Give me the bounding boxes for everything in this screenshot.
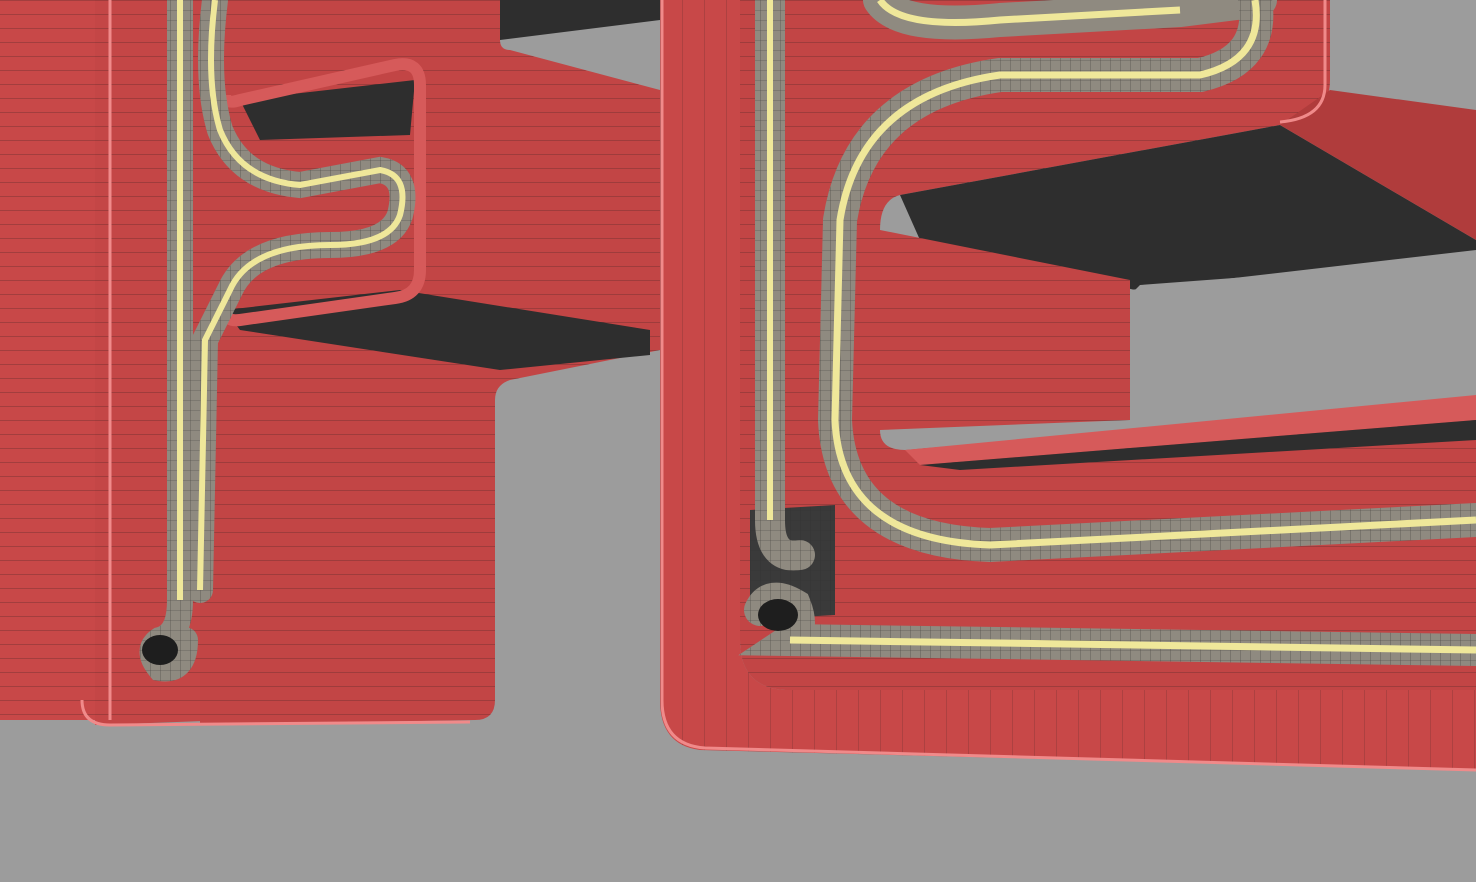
tube-left-end-cap	[142, 635, 178, 665]
render-viewport	[0, 0, 1476, 882]
left-letter-wire	[0, 0, 110, 720]
tube-rl-end-cap	[758, 599, 798, 631]
scene-svg	[0, 0, 1476, 882]
